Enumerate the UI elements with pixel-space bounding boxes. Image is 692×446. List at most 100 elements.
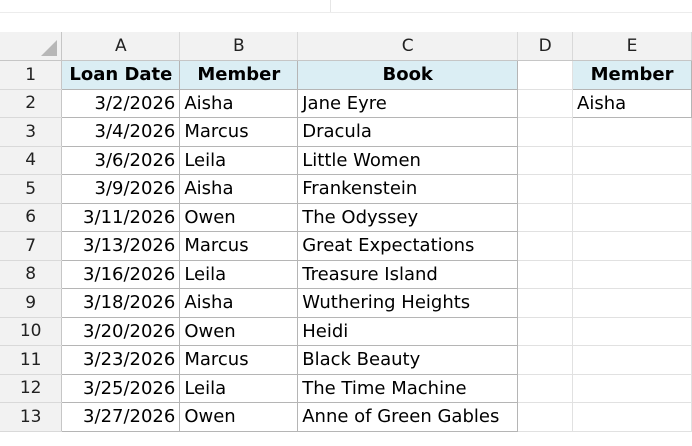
cell-empty[interactable] [517, 174, 574, 204]
cell-member[interactable]: Leila [179, 373, 299, 403]
row-header[interactable]: 12 [0, 374, 63, 403]
row-header[interactable]: 3 [0, 117, 63, 147]
cell-empty[interactable] [517, 402, 574, 432]
cell-empty[interactable] [517, 117, 574, 147]
toolbar-strip [0, 0, 692, 32]
cell-empty[interactable] [572, 288, 692, 318]
cell-header-lookup-member[interactable]: Member [572, 60, 692, 90]
column-header-a[interactable]: A [61, 32, 181, 61]
toolbar-divider [330, 0, 331, 12]
cell-empty[interactable] [572, 203, 692, 232]
cell-empty[interactable] [517, 345, 574, 375]
cell-book[interactable]: Heidi [297, 316, 519, 346]
cell-empty[interactable] [572, 117, 692, 147]
cell-loan-date[interactable]: 3/13/2026 [61, 231, 181, 261]
cell-member[interactable]: Aisha [179, 174, 299, 204]
cell-loan-date[interactable]: 3/16/2026 [61, 259, 181, 289]
cell-empty[interactable] [572, 402, 692, 432]
table-row: 10 3/20/2026 Owen Heidi [0, 316, 692, 346]
row-header[interactable]: 10 [0, 317, 63, 346]
cell-empty[interactable] [517, 231, 574, 261]
table-row: 1 Loan Date Member Book Member [0, 60, 692, 90]
cell-loan-date[interactable]: 3/18/2026 [61, 288, 181, 318]
cell-member[interactable]: Aisha [179, 88, 299, 118]
select-all-corner[interactable] [0, 32, 63, 61]
row-header[interactable]: 1 [0, 60, 63, 90]
table-row: 3 3/4/2026 Marcus Dracula [0, 117, 692, 147]
cell-lookup-value[interactable]: Aisha [572, 88, 692, 118]
cell-loan-date[interactable]: 3/25/2026 [61, 373, 181, 403]
cell-loan-date[interactable]: 3/6/2026 [61, 145, 181, 175]
table-row: 2 3/2/2026 Aisha Jane Eyre Aisha [0, 88, 692, 118]
cell-loan-date[interactable]: 3/11/2026 [61, 202, 181, 232]
column-header-row: A B C D E [0, 32, 692, 61]
cell-loan-date[interactable]: 3/23/2026 [61, 345, 181, 375]
cell-empty[interactable] [517, 288, 574, 318]
table-row: 8 3/16/2026 Leila Treasure Island [0, 259, 692, 289]
cell-empty[interactable] [572, 374, 692, 403]
cell-empty[interactable] [517, 203, 574, 232]
row-header[interactable]: 2 [0, 89, 63, 118]
row-header[interactable]: 11 [0, 345, 63, 375]
cell-empty[interactable] [572, 317, 692, 346]
column-header-d[interactable]: D [517, 32, 574, 61]
cell-empty[interactable] [572, 146, 692, 175]
cell-book[interactable]: The Time Machine [297, 373, 519, 403]
cell-empty[interactable] [572, 231, 692, 261]
cell-member[interactable]: Owen [179, 402, 299, 432]
cell-loan-date[interactable]: 3/20/2026 [61, 316, 181, 346]
cell-book[interactable]: Wuthering Heights [297, 288, 519, 318]
cell-book[interactable]: Little Women [297, 145, 519, 175]
row-header[interactable]: 4 [0, 146, 63, 175]
cell-empty[interactable] [517, 89, 574, 118]
cell-header-member[interactable]: Member [179, 60, 299, 90]
cell-member[interactable]: Leila [179, 145, 299, 175]
row-header[interactable]: 8 [0, 260, 63, 289]
cell-member[interactable]: Marcus [179, 231, 299, 261]
cell-empty[interactable] [517, 60, 574, 90]
table-row: 4 3/6/2026 Leila Little Women [0, 145, 692, 175]
cell-empty[interactable] [572, 345, 692, 375]
cell-book[interactable]: Dracula [297, 117, 519, 147]
cell-empty[interactable] [517, 317, 574, 346]
cell-header-book[interactable]: Book [297, 60, 519, 90]
cell-book[interactable]: Anne of Green Gables [297, 402, 519, 432]
column-header-c[interactable]: C [297, 32, 519, 61]
table-row: 11 3/23/2026 Marcus Black Beauty [0, 345, 692, 375]
table-row: 13 3/27/2026 Owen Anne of Green Gables [0, 402, 692, 432]
row-header[interactable]: 9 [0, 288, 63, 318]
cell-header-loan-date[interactable]: Loan Date [61, 60, 181, 90]
cell-member[interactable]: Owen [179, 316, 299, 346]
column-header-e[interactable]: E [572, 32, 692, 61]
row-header[interactable]: 5 [0, 174, 63, 204]
cell-empty[interactable] [572, 260, 692, 289]
row-header[interactable]: 13 [0, 402, 63, 432]
column-header-b[interactable]: B [179, 32, 299, 61]
cell-book[interactable]: Treasure Island [297, 259, 519, 289]
cell-book[interactable]: Black Beauty [297, 345, 519, 375]
cell-member[interactable]: Marcus [179, 345, 299, 375]
cell-member[interactable]: Aisha [179, 288, 299, 318]
cell-book[interactable]: Great Expectations [297, 231, 519, 261]
spreadsheet-grid: A B C D E 1 Loan Date Member Book Member… [0, 32, 692, 432]
cell-member[interactable]: Leila [179, 259, 299, 289]
cell-loan-date[interactable]: 3/9/2026 [61, 174, 181, 204]
toolbar-bottom-line [0, 12, 692, 13]
table-row: 6 3/11/2026 Owen The Odyssey [0, 202, 692, 232]
cell-loan-date[interactable]: 3/2/2026 [61, 88, 181, 118]
row-header[interactable]: 6 [0, 203, 63, 232]
cell-book[interactable]: Frankenstein [297, 174, 519, 204]
cell-empty[interactable] [517, 146, 574, 175]
cell-member[interactable]: Owen [179, 202, 299, 232]
table-row: 7 3/13/2026 Marcus Great Expectations [0, 231, 692, 261]
cell-empty[interactable] [517, 260, 574, 289]
cell-book[interactable]: The Odyssey [297, 202, 519, 232]
cell-loan-date[interactable]: 3/27/2026 [61, 402, 181, 432]
cell-empty[interactable] [572, 174, 692, 204]
row-header[interactable]: 7 [0, 231, 63, 261]
cell-empty[interactable] [517, 374, 574, 403]
table-row: 9 3/18/2026 Aisha Wuthering Heights [0, 288, 692, 318]
cell-member[interactable]: Marcus [179, 117, 299, 147]
cell-book[interactable]: Jane Eyre [297, 88, 519, 118]
cell-loan-date[interactable]: 3/4/2026 [61, 117, 181, 147]
